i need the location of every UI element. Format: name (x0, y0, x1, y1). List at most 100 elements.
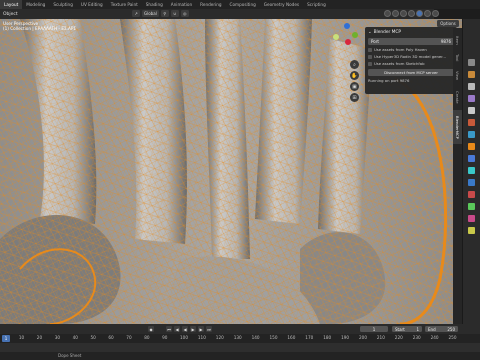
ruler-tick-label: 50 (90, 335, 96, 340)
world-icon[interactable] (468, 119, 475, 126)
panel-title: Blender MCP (373, 30, 401, 35)
material-icon[interactable] (468, 215, 475, 222)
mode-selector[interactable]: Object (3, 12, 18, 17)
visibility-icon[interactable] (384, 10, 391, 17)
pan-hand-icon[interactable]: ✋ (350, 71, 359, 80)
magnet-icon[interactable]: ∪ (170, 10, 179, 17)
viewport-header: Object ↗ Global ⚲ ∪ ◎ (0, 9, 439, 19)
view-layer-icon[interactable] (468, 95, 475, 102)
playhead[interactable]: 1 (2, 335, 10, 342)
checkbox-icon[interactable] (368, 47, 372, 52)
tab-compositing[interactable]: Compositing (226, 0, 260, 9)
navigation-gizmo[interactable] (331, 23, 361, 59)
sidebar-tabs: Item Tool View Create BlenderMCP (453, 28, 462, 324)
tab-scripting[interactable]: Scripting (303, 0, 330, 9)
neg-y-axis-icon[interactable] (333, 34, 339, 40)
viewport-info: User Perspective (1) Collection | ΕΡΑΛΛΑ… (3, 21, 76, 31)
tab-modeling[interactable]: Modeling (22, 0, 49, 9)
timeline-body[interactable] (0, 343, 480, 352)
tab-rendering[interactable]: Rendering (196, 0, 225, 9)
tab-sculpting[interactable]: Sculpting (49, 0, 77, 9)
ruler-tick-label: 130 (233, 335, 242, 340)
rendered-shading-icon[interactable] (432, 10, 439, 17)
texture-icon[interactable] (468, 227, 475, 234)
jump-start-icon[interactable]: ⏮ (166, 326, 172, 332)
ruler-tick-label: 70 (126, 335, 132, 340)
transform-pivot-icon[interactable]: ↗ (132, 10, 140, 17)
camera-icon[interactable]: ▣ (350, 82, 359, 91)
proportional-edit-icon[interactable]: ◎ (180, 10, 189, 17)
material-shading-icon[interactable] (424, 10, 431, 17)
output-icon[interactable] (468, 83, 475, 90)
tab-layout[interactable]: Layout (0, 0, 23, 9)
play-reverse-icon[interactable]: ◀ (182, 326, 188, 332)
editor-type-label: Dope Sheet (58, 353, 82, 358)
zoom-icon[interactable]: ⌕ (350, 60, 359, 69)
current-frame-field[interactable]: 1 (360, 326, 388, 332)
workspace-tabs: Layout Modeling Sculpting UV Editing Texture… (0, 0, 480, 9)
keyframe-icon[interactable]: ◆ (148, 326, 154, 332)
tab-uv-editing[interactable]: UV Editing (77, 0, 107, 9)
wireframe-shading-icon[interactable] (408, 10, 415, 17)
modifier-icon[interactable] (468, 155, 475, 162)
options-dropdown[interactable]: Options (437, 20, 459, 27)
status-bar: Dope Sheet (0, 352, 480, 360)
checkbox-sketchfab[interactable]: Use assets from Sketchfab (368, 60, 454, 67)
tab-shading[interactable]: Shading (142, 0, 167, 9)
ruler-tick-label: 180 (323, 335, 332, 340)
y-axis-icon[interactable] (352, 32, 358, 38)
ruler-tick-label: 60 (108, 335, 114, 340)
tab-texture-paint[interactable]: Texture Paint (107, 0, 142, 9)
next-keyframe-icon[interactable]: ▶ (198, 326, 204, 332)
tab-tool[interactable]: Tool (453, 50, 462, 66)
blender-mcp-panel: ⌄ Blender MCP Port 9876 Use assets from … (365, 27, 457, 94)
ruler-tick-label: 30 (54, 335, 61, 340)
chevron-down-icon: ⌄ (368, 30, 372, 35)
constraints-icon[interactable] (468, 191, 475, 198)
disconnect-button[interactable]: Disconnect from MCP server (368, 69, 454, 76)
tab-blendermcp[interactable]: BlenderMCP (453, 110, 462, 144)
ruler-tick-label: 10 (18, 335, 25, 340)
checkbox-hyper3d[interactable]: Use Hyper3D Rodin 3D model gener... (368, 53, 454, 60)
scene-icon[interactable] (468, 107, 475, 114)
z-axis-icon[interactable] (344, 23, 350, 29)
ruler-tick-label: 150 (269, 335, 278, 340)
start-frame-field[interactable]: Start 1 (392, 326, 422, 332)
end-frame-field[interactable]: End 250 (425, 326, 458, 332)
ruler-tick-label: 110 (197, 335, 206, 340)
ruler-tick-label: 140 (251, 335, 260, 340)
overlays-icon[interactable] (392, 10, 399, 17)
data-icon[interactable] (468, 203, 475, 210)
ruler-tick-label: 230 (412, 335, 421, 340)
orientation-dropdown[interactable]: Global (142, 10, 159, 17)
play-icon[interactable]: ▶ (190, 326, 196, 332)
tab-animation[interactable]: Animation (167, 0, 196, 9)
snap-icon[interactable]: ⚲ (160, 10, 169, 17)
ruler-tick-label: 90 (162, 335, 168, 340)
tab-geometry-nodes[interactable]: Geometry Nodes (260, 0, 303, 9)
x-axis-icon[interactable] (345, 39, 351, 45)
checkbox-poly-haven[interactable]: Use assets from Poly Haven (368, 46, 454, 53)
perspective-grid-icon[interactable]: ⊞ (350, 93, 359, 102)
jump-end-icon[interactable]: ⏭ (206, 326, 212, 332)
checkbox-icon[interactable] (368, 54, 372, 59)
timeline-header: ◆ ⏮ ◀ ◀ ▶ ▶ ⏭ 1 Start 1 End 250 (0, 324, 480, 334)
tab-item[interactable]: Item (453, 32, 462, 48)
solid-shading-icon[interactable] (416, 10, 423, 17)
xray-icon[interactable] (400, 10, 407, 17)
collection-icon[interactable] (468, 131, 475, 138)
particles-icon[interactable] (468, 167, 475, 174)
tool-icon[interactable] (468, 59, 475, 66)
port-value: 9876 (440, 39, 451, 44)
physics-icon[interactable] (468, 179, 475, 186)
render-icon[interactable] (468, 71, 475, 78)
tab-view[interactable]: View (453, 68, 462, 84)
checkbox-icon[interactable] (368, 61, 372, 66)
panel-header[interactable]: ⌄ Blender MCP (368, 29, 454, 36)
prev-keyframe-icon[interactable]: ◀ (174, 326, 180, 332)
port-field[interactable]: Port 9876 (368, 38, 454, 45)
tab-create[interactable]: Create (453, 86, 462, 108)
timeline-ruler[interactable]: 1 10 20 30 40 50 60 70 80 90 100 110 120 130 140 150 16… (0, 334, 480, 343)
properties-tabs (462, 19, 480, 324)
object-icon[interactable] (468, 143, 475, 150)
